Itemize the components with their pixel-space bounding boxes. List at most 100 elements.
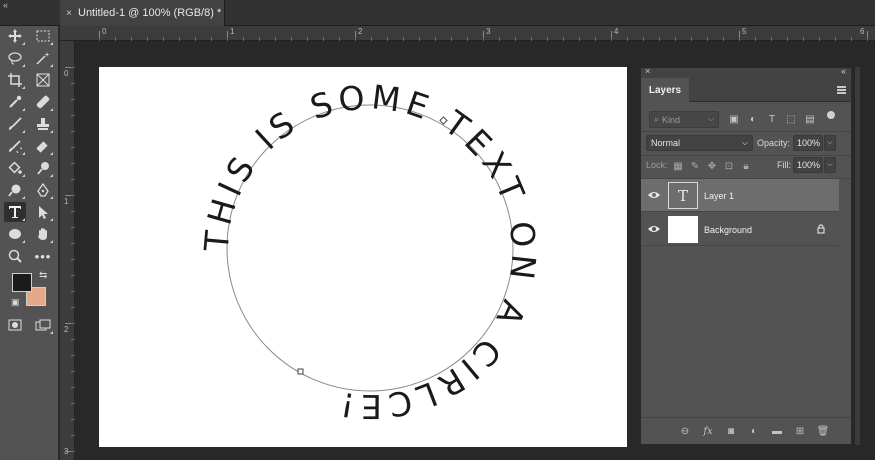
path-selection-tool-icon[interactable] bbox=[32, 202, 54, 222]
filter-shape-icon[interactable]: ⬚ bbox=[784, 112, 798, 126]
lock-transparent-pixels-icon[interactable]: ▦ bbox=[672, 160, 684, 172]
new-group-folder-icon[interactable]: ▬ bbox=[770, 424, 784, 438]
fill-slider-toggle-icon[interactable]: ⌵ bbox=[824, 157, 836, 173]
swap-colors-icon[interactable]: ⇆ bbox=[39, 270, 47, 281]
layer-lock-icon[interactable] bbox=[816, 224, 826, 234]
hand-tool-icon[interactable] bbox=[32, 224, 54, 244]
document-canvas[interactable]: THIS IS SOME TEXT ON A CIRLCE! bbox=[99, 67, 627, 447]
lock-all-icon[interactable]: 🔒︎ bbox=[740, 160, 752, 172]
divider bbox=[641, 155, 851, 156]
screen-mode-icon[interactable] bbox=[32, 315, 54, 335]
panel-tab-bar: Layers bbox=[641, 78, 851, 102]
ruler-top-label: 5 bbox=[742, 27, 747, 36]
new-adjustment-layer-icon[interactable]: ◐ bbox=[747, 424, 761, 438]
panel-scrollbar[interactable] bbox=[855, 67, 860, 445]
fill-label: Fill: bbox=[777, 160, 791, 170]
layer-name[interactable]: Layer 1 bbox=[704, 191, 734, 201]
delete-layer-trash-icon[interactable]: 🗑︎ bbox=[816, 424, 830, 438]
paint-bucket-tool-icon[interactable] bbox=[4, 158, 26, 178]
collapse-panel-icon[interactable]: « bbox=[841, 66, 846, 76]
lock-position-icon[interactable]: ✥ bbox=[706, 160, 718, 172]
tools-panel: ••• ⇆ ▣ bbox=[0, 26, 59, 460]
healing-brush-tool-icon[interactable] bbox=[32, 92, 54, 112]
panel-menu-icon[interactable] bbox=[837, 86, 846, 94]
opacity-input[interactable]: 100% bbox=[793, 135, 823, 151]
filter-smart-object-icon[interactable]: ▤ bbox=[803, 112, 817, 126]
lock-artboard-icon[interactable]: ⊡ bbox=[723, 160, 735, 172]
layer-thumbnail bbox=[668, 216, 698, 243]
toolbar-collapse-icon[interactable]: « bbox=[3, 0, 8, 10]
layer-row[interactable]: T Layer 1 bbox=[641, 179, 839, 212]
ruler-left-label: 0 bbox=[64, 69, 69, 78]
search-icon: ⌕ bbox=[654, 114, 660, 124]
close-tab-icon[interactable]: × bbox=[60, 8, 78, 19]
magic-wand-tool-icon[interactable] bbox=[32, 48, 54, 68]
visibility-eye-icon[interactable] bbox=[648, 190, 660, 200]
layer-name[interactable]: Background bbox=[704, 225, 752, 235]
chevron-down-icon: ⌵ bbox=[707, 114, 714, 123]
close-panel-icon[interactable]: × bbox=[645, 66, 650, 76]
ruler-top-label: 6 bbox=[860, 27, 865, 36]
ruler-top-label: 4 bbox=[614, 27, 619, 36]
type-tool-icon[interactable] bbox=[4, 202, 26, 222]
ruler-left-label: 2 bbox=[64, 325, 69, 334]
layer-style-fx-icon[interactable]: fx bbox=[701, 424, 715, 438]
kind-placeholder: Kind bbox=[662, 114, 681, 125]
default-colors-icon[interactable]: ▣ bbox=[11, 297, 20, 308]
layer-thumbnail: T bbox=[668, 182, 698, 209]
layer-filter-kind-dropdown[interactable]: ⌕ Kind ⌵ bbox=[649, 111, 719, 128]
lock-label: Lock: bbox=[646, 160, 668, 170]
lasso-tool-icon[interactable] bbox=[4, 48, 26, 68]
opacity-label: Opacity: bbox=[757, 138, 791, 148]
dodge-tool-icon[interactable] bbox=[4, 180, 26, 200]
document-tab-title: Untitled-1 @ 100% (RGB/8) * bbox=[78, 7, 222, 19]
document-tab-bar: « × Untitled-1 @ 100% (RGB/8) * bbox=[0, 0, 875, 26]
foreground-color-swatch[interactable] bbox=[12, 273, 32, 292]
blend-mode-value: Normal bbox=[651, 138, 681, 148]
more-tools-icon[interactable]: ••• bbox=[32, 246, 54, 266]
photoshop-window: « × Untitled-1 @ 100% (RGB/8) * ••• ⇆ ▣ … bbox=[0, 0, 875, 460]
crop-tool-icon[interactable] bbox=[4, 70, 26, 90]
new-layer-icon[interactable]: ⊞ bbox=[793, 424, 807, 438]
zoom-tool-icon[interactable] bbox=[4, 246, 26, 266]
clone-stamp-tool-icon[interactable] bbox=[32, 114, 54, 134]
marquee-tool-icon[interactable] bbox=[32, 26, 54, 46]
pen-tool-icon[interactable] bbox=[32, 180, 54, 200]
link-layers-icon[interactable]: ⊖ bbox=[678, 424, 692, 438]
frame-tool-icon[interactable] bbox=[32, 70, 54, 90]
vertical-ruler[interactable]: 0 1 2 3 bbox=[60, 41, 75, 460]
opacity-slider-toggle-icon[interactable]: ⌵ bbox=[824, 135, 836, 151]
move-tool-icon[interactable] bbox=[4, 26, 26, 46]
layer-row[interactable]: Background bbox=[641, 213, 839, 246]
ruler-left-label: 1 bbox=[64, 197, 69, 206]
chevron-down-icon: ⌵ bbox=[741, 138, 748, 147]
eyedropper-tool-icon[interactable] bbox=[4, 92, 26, 112]
smudge-tool-icon[interactable] bbox=[32, 158, 54, 178]
visibility-eye-icon[interactable] bbox=[648, 224, 660, 234]
panel-header: × « bbox=[641, 66, 851, 78]
document-tab[interactable]: × Untitled-1 @ 100% (RGB/8) * bbox=[60, 0, 225, 26]
horizontal-ruler[interactable]: 0 1 2 3 4 5 6 bbox=[60, 26, 875, 41]
history-brush-tool-icon[interactable] bbox=[4, 136, 26, 156]
ruler-top-label: 2 bbox=[358, 27, 363, 36]
layers-panel: × « Layers ⌕ Kind ⌵ ▣ ◐ T ⬚ ▤ Normal ⌵ O… bbox=[640, 66, 852, 445]
filter-adjustment-icon[interactable]: ◐ bbox=[746, 112, 760, 126]
fill-input[interactable]: 100% bbox=[793, 157, 823, 173]
filter-toggle-icon[interactable] bbox=[827, 111, 835, 119]
layers-panel-footer: ⊖ fx ◙ ◐ ▬ ⊞ 🗑︎ bbox=[641, 417, 851, 445]
tab-layers[interactable]: Layers bbox=[641, 78, 689, 102]
type-layer-icon: T bbox=[677, 186, 688, 205]
lock-image-pixels-icon[interactable]: ✎ bbox=[689, 160, 701, 172]
ruler-top-label: 0 bbox=[102, 27, 107, 36]
divider bbox=[641, 131, 851, 132]
text-on-path[interactable]: THIS IS SOME TEXT ON A CIRLCE! bbox=[196, 77, 543, 426]
eraser-tool-icon[interactable] bbox=[32, 136, 54, 156]
filter-pixel-icon[interactable]: ▣ bbox=[727, 112, 741, 126]
ellipse-tool-icon[interactable] bbox=[4, 224, 26, 244]
brush-tool-icon[interactable] bbox=[4, 114, 26, 134]
blend-mode-dropdown[interactable]: Normal ⌵ bbox=[646, 135, 753, 151]
quick-mask-icon[interactable] bbox=[4, 315, 26, 335]
add-mask-icon[interactable]: ◙ bbox=[724, 424, 738, 438]
path-anchor-point[interactable] bbox=[297, 368, 304, 375]
filter-type-icon[interactable]: T bbox=[765, 112, 779, 126]
